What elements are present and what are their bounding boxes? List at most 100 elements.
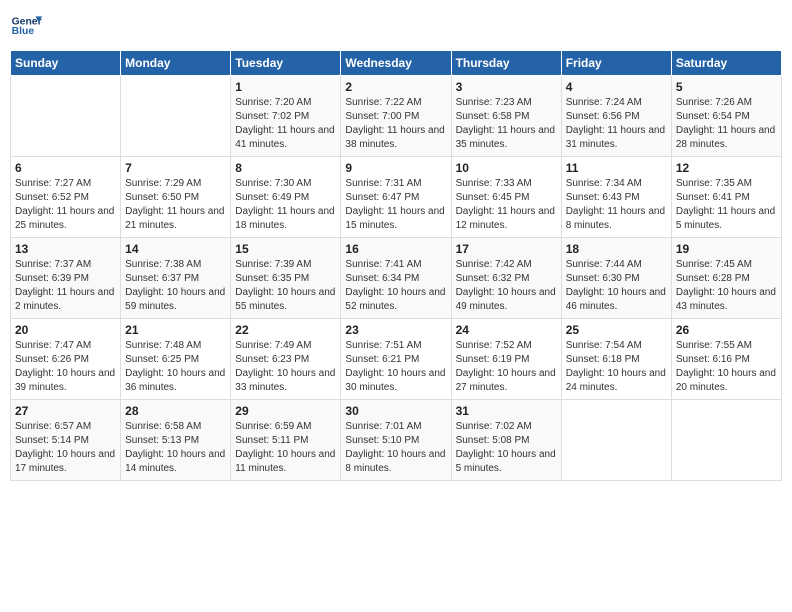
day-info: Sunrise: 6:58 AM Sunset: 5:13 PM Dayligh… <box>125 420 226 476</box>
calendar-cell: 12 Sunrise: 7:35 AM Sunset: 6:41 PM Dayli… <box>671 157 781 238</box>
calendar-table: SundayMondayTuesdayWednesdayThursdayFrid… <box>10 50 782 481</box>
calendar-cell: 3 Sunrise: 7:23 AM Sunset: 6:58 PM Daylig… <box>451 76 561 157</box>
day-info: Sunrise: 7:42 AM Sunset: 6:32 PM Dayligh… <box>456 258 557 314</box>
day-number: 19 <box>676 242 777 256</box>
day-number: 20 <box>15 323 116 337</box>
calendar-cell: 9 Sunrise: 7:31 AM Sunset: 6:47 PM Daylig… <box>341 157 451 238</box>
day-info: Sunrise: 7:23 AM Sunset: 6:58 PM Dayligh… <box>456 96 557 152</box>
day-number: 8 <box>235 161 336 175</box>
day-info: Sunrise: 7:34 AM Sunset: 6:43 PM Dayligh… <box>566 177 667 233</box>
day-number: 26 <box>676 323 777 337</box>
calendar-cell <box>11 76 121 157</box>
day-info: Sunrise: 7:45 AM Sunset: 6:28 PM Dayligh… <box>676 258 777 314</box>
day-info: Sunrise: 7:52 AM Sunset: 6:19 PM Dayligh… <box>456 339 557 395</box>
day-info: Sunrise: 7:48 AM Sunset: 6:25 PM Dayligh… <box>125 339 226 395</box>
day-number: 25 <box>566 323 667 337</box>
day-info: Sunrise: 7:26 AM Sunset: 6:54 PM Dayligh… <box>676 96 777 152</box>
calendar-cell: 6Sunrise: 7:27 AM Sunset: 6:52 PM Daylig… <box>11 157 121 238</box>
day-number: 22 <box>235 323 336 337</box>
day-number: 24 <box>456 323 557 337</box>
calendar-cell: 18 Sunrise: 7:44 AM Sunset: 6:30 PM Dayli… <box>561 238 671 319</box>
weekday-header-sunday: Sunday <box>11 51 121 76</box>
calendar-cell: 29 Sunrise: 6:59 AM Sunset: 5:11 PM Dayli… <box>231 400 341 481</box>
svg-text:Blue: Blue <box>12 26 35 37</box>
day-info: Sunrise: 7:20 AM Sunset: 7:02 PM Dayligh… <box>235 96 336 152</box>
calendar-cell: 5 Sunrise: 7:26 AM Sunset: 6:54 PM Daylig… <box>671 76 781 157</box>
calendar-cell: 31 Sunrise: 7:02 AM Sunset: 5:08 PM Dayli… <box>451 400 561 481</box>
day-info: Sunrise: 7:33 AM Sunset: 6:45 PM Dayligh… <box>456 177 557 233</box>
page-header: General Blue <box>10 10 782 42</box>
calendar-cell: 4 Sunrise: 7:24 AM Sunset: 6:56 PM Daylig… <box>561 76 671 157</box>
day-number: 2 <box>345 80 446 94</box>
day-number: 30 <box>345 404 446 418</box>
calendar-cell: 14Sunrise: 7:38 AM Sunset: 6:37 PM Dayli… <box>121 238 231 319</box>
calendar-cell: 11 Sunrise: 7:34 AM Sunset: 6:43 PM Dayli… <box>561 157 671 238</box>
calendar-cell: 17Sunrise: 7:42 AM Sunset: 6:32 PM Dayli… <box>451 238 561 319</box>
calendar-cell: 24 Sunrise: 7:52 AM Sunset: 6:19 PM Dayli… <box>451 319 561 400</box>
calendar-cell: 27 Sunrise: 6:57 AM Sunset: 5:14 PM Dayli… <box>11 400 121 481</box>
calendar-cell: 19 Sunrise: 7:45 AM Sunset: 6:28 PM Dayli… <box>671 238 781 319</box>
day-info: Sunrise: 7:31 AM Sunset: 6:47 PM Dayligh… <box>345 177 446 233</box>
calendar-cell: 1 Sunrise: 7:20 AM Sunset: 7:02 PM Daylig… <box>231 76 341 157</box>
day-number: 31 <box>456 404 557 418</box>
weekday-header-friday: Friday <box>561 51 671 76</box>
calendar-cell: 20 Sunrise: 7:47 AM Sunset: 6:26 PM Dayli… <box>11 319 121 400</box>
day-number: 12 <box>676 161 777 175</box>
day-number: 28 <box>125 404 226 418</box>
day-number: 11 <box>566 161 667 175</box>
calendar-cell: 30Sunrise: 7:01 AM Sunset: 5:10 PM Dayli… <box>341 400 451 481</box>
day-info: Sunrise: 7:49 AM Sunset: 6:23 PM Dayligh… <box>235 339 336 395</box>
calendar-cell <box>671 400 781 481</box>
calendar-cell: 16Sunrise: 7:41 AM Sunset: 6:34 PM Dayli… <box>341 238 451 319</box>
day-number: 15 <box>235 242 336 256</box>
day-number: 7 <box>125 161 226 175</box>
day-number: 5 <box>676 80 777 94</box>
calendar-cell: 28 Sunrise: 6:58 AM Sunset: 5:13 PM Dayli… <box>121 400 231 481</box>
day-info: Sunrise: 7:47 AM Sunset: 6:26 PM Dayligh… <box>15 339 116 395</box>
day-number: 21 <box>125 323 226 337</box>
day-number: 14 <box>125 242 226 256</box>
day-info: Sunrise: 7:37 AM Sunset: 6:39 PM Dayligh… <box>15 258 116 314</box>
day-info: Sunrise: 7:51 AM Sunset: 6:21 PM Dayligh… <box>345 339 446 395</box>
day-info: Sunrise: 7:22 AM Sunset: 7:00 PM Dayligh… <box>345 96 446 152</box>
day-number: 16 <box>345 242 446 256</box>
calendar-cell: 15 Sunrise: 7:39 AM Sunset: 6:35 PM Dayli… <box>231 238 341 319</box>
weekday-header-saturday: Saturday <box>671 51 781 76</box>
day-info: Sunrise: 7:39 AM Sunset: 6:35 PM Dayligh… <box>235 258 336 314</box>
logo-icon: General Blue <box>10 10 42 42</box>
day-info: Sunrise: 7:27 AM Sunset: 6:52 PM Dayligh… <box>15 177 116 233</box>
day-number: 23 <box>345 323 446 337</box>
day-number: 27 <box>15 404 116 418</box>
day-number: 4 <box>566 80 667 94</box>
weekday-header-tuesday: Tuesday <box>231 51 341 76</box>
day-number: 3 <box>456 80 557 94</box>
weekday-header-thursday: Thursday <box>451 51 561 76</box>
calendar-cell: 7Sunrise: 7:29 AM Sunset: 6:50 PM Daylig… <box>121 157 231 238</box>
weekday-header-wednesday: Wednesday <box>341 51 451 76</box>
calendar-cell: 10 Sunrise: 7:33 AM Sunset: 6:45 PM Dayli… <box>451 157 561 238</box>
day-info: Sunrise: 6:59 AM Sunset: 5:11 PM Dayligh… <box>235 420 336 476</box>
calendar-cell: 8Sunrise: 7:30 AM Sunset: 6:49 PM Daylig… <box>231 157 341 238</box>
calendar-cell: 13 Sunrise: 7:37 AM Sunset: 6:39 PM Dayli… <box>11 238 121 319</box>
calendar-cell: 2 Sunrise: 7:22 AM Sunset: 7:00 PM Daylig… <box>341 76 451 157</box>
day-number: 10 <box>456 161 557 175</box>
calendar-cell: 25 Sunrise: 7:54 AM Sunset: 6:18 PM Dayli… <box>561 319 671 400</box>
day-number: 9 <box>345 161 446 175</box>
day-info: Sunrise: 7:54 AM Sunset: 6:18 PM Dayligh… <box>566 339 667 395</box>
day-number: 18 <box>566 242 667 256</box>
weekday-header-monday: Monday <box>121 51 231 76</box>
day-info: Sunrise: 7:35 AM Sunset: 6:41 PM Dayligh… <box>676 177 777 233</box>
calendar-cell: 22 Sunrise: 7:49 AM Sunset: 6:23 PM Dayli… <box>231 319 341 400</box>
day-number: 13 <box>15 242 116 256</box>
logo: General Blue <box>10 10 42 42</box>
day-number: 1 <box>235 80 336 94</box>
day-info: Sunrise: 6:57 AM Sunset: 5:14 PM Dayligh… <box>15 420 116 476</box>
day-info: Sunrise: 7:02 AM Sunset: 5:08 PM Dayligh… <box>456 420 557 476</box>
calendar-cell: 21 Sunrise: 7:48 AM Sunset: 6:25 PM Dayli… <box>121 319 231 400</box>
day-info: Sunrise: 7:44 AM Sunset: 6:30 PM Dayligh… <box>566 258 667 314</box>
calendar-cell: 26 Sunrise: 7:55 AM Sunset: 6:16 PM Dayli… <box>671 319 781 400</box>
calendar-cell: 23 Sunrise: 7:51 AM Sunset: 6:21 PM Dayli… <box>341 319 451 400</box>
day-info: Sunrise: 7:24 AM Sunset: 6:56 PM Dayligh… <box>566 96 667 152</box>
day-number: 29 <box>235 404 336 418</box>
day-info: Sunrise: 7:55 AM Sunset: 6:16 PM Dayligh… <box>676 339 777 395</box>
